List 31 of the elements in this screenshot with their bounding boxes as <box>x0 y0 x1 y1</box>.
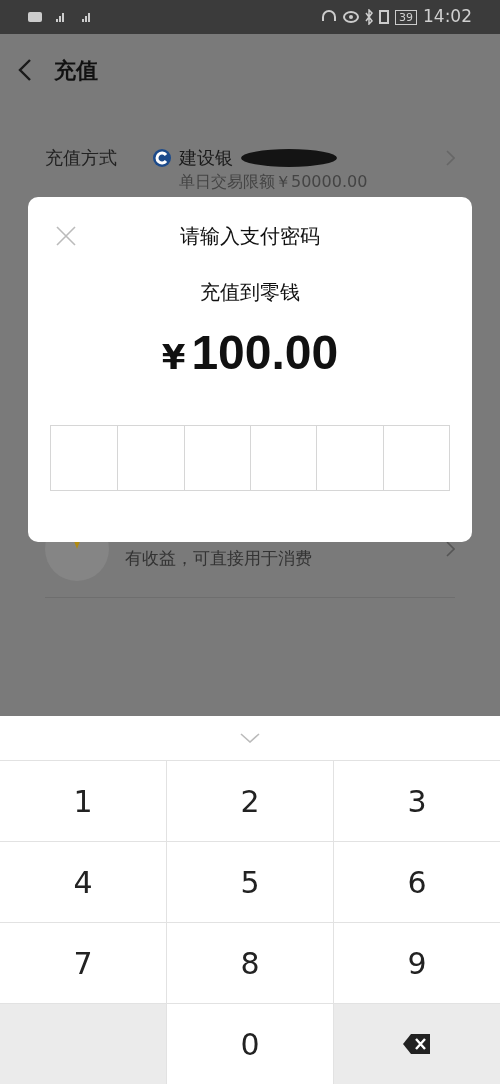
digit-key[interactable]: 0 <box>167 1004 333 1084</box>
bank-name: 建设银 <box>179 146 233 170</box>
password-field[interactable] <box>50 425 450 491</box>
digit-key[interactable]: 3 <box>334 761 500 841</box>
option-subtitle: 有收益，可直接用于消费 <box>125 547 312 571</box>
delete-key[interactable] <box>334 1004 500 1084</box>
digit-key[interactable]: 4 <box>0 842 166 922</box>
clock: 14:02 <box>423 5 472 29</box>
chevron-icon[interactable] <box>446 541 455 557</box>
digit-key[interactable]: 9 <box>334 923 500 1003</box>
collapse-icon[interactable] <box>240 733 260 743</box>
digit-key[interactable]: 1 <box>0 761 166 841</box>
digit-key[interactable]: 2 <box>167 761 333 841</box>
digit-key[interactable]: 8 <box>167 923 333 1003</box>
vibrate-icon <box>379 10 389 24</box>
dialog-subtitle: 充值到零钱 <box>200 279 300 306</box>
digit-key[interactable]: 7 <box>0 923 166 1003</box>
close-icon[interactable] <box>56 226 76 246</box>
backspace-icon <box>402 1033 432 1055</box>
bluetooth-icon <box>365 9 373 25</box>
page-title: 充值 <box>54 56 98 85</box>
method-label: 充值方式 <box>45 146 117 170</box>
digit-key[interactable]: 6 <box>334 842 500 922</box>
eye-icon <box>343 11 359 23</box>
currency-symbol: ¥ <box>161 336 186 379</box>
battery-level: 39 <box>395 9 417 25</box>
digit-key[interactable]: 5 <box>167 842 333 922</box>
dialog-title: 请输入支付密码 <box>180 223 320 250</box>
bank-logo-icon <box>153 148 171 167</box>
back-icon[interactable] <box>18 58 32 82</box>
amount: 100.00 <box>191 325 339 381</box>
